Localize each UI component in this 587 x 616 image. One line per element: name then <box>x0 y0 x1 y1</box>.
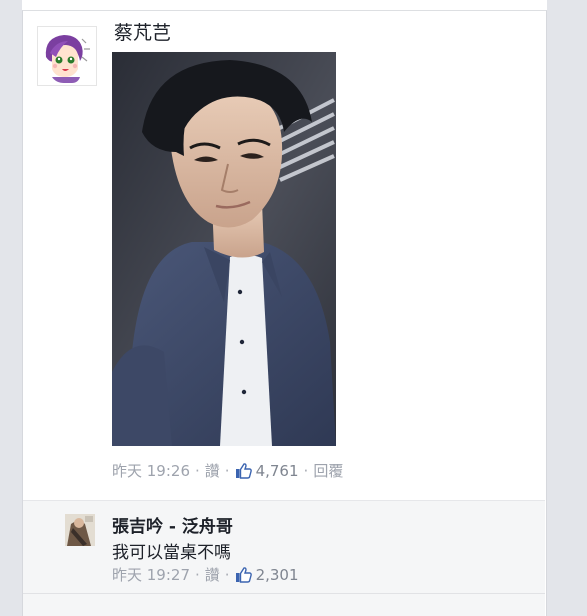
post-author-name[interactable]: 蔡芃芑 <box>114 18 171 45</box>
right-rail <box>547 0 587 616</box>
reply-timestamp[interactable]: 昨天 19:27 <box>112 564 190 585</box>
separator-dot: · <box>224 565 230 584</box>
reply-like-count[interactable]: 2,301 <box>256 566 299 584</box>
separator-dot: · <box>224 461 230 480</box>
separator-dot: · <box>303 461 309 480</box>
post-reply-link[interactable]: 回覆 <box>313 460 343 481</box>
cartoon-avatar-image <box>38 27 96 85</box>
divider <box>23 593 545 594</box>
reply-avatar-image <box>65 514 95 546</box>
thumbs-up-icon[interactable] <box>235 566 252 583</box>
post-photo[interactable] <box>112 52 336 446</box>
reply-container <box>23 500 545 616</box>
reply-author-avatar[interactable] <box>65 514 95 546</box>
reply-author-name[interactable]: 張吉吟 - 泛舟哥 <box>112 512 233 537</box>
author-avatar[interactable] <box>37 26 97 86</box>
post-like-link[interactable]: 讚 <box>205 460 220 481</box>
reply-meta: 昨天 19:27 · 讚 · 2,301 <box>112 564 299 585</box>
post-timestamp[interactable]: 昨天 19:26 <box>112 460 190 481</box>
post-meta: 昨天 19:26 · 讚 · 4,761 · 回覆 <box>112 460 343 481</box>
reply-like-link[interactable]: 讚 <box>205 564 220 585</box>
post-like-count[interactable]: 4,761 <box>256 462 299 480</box>
separator-dot: · <box>195 461 200 480</box>
left-rail <box>0 0 22 616</box>
thumbs-up-icon[interactable] <box>235 462 252 479</box>
reply-text: 我可以當桌不嗎 <box>112 543 231 563</box>
portrait-photo-image <box>112 52 336 446</box>
separator-dot: · <box>195 565 200 584</box>
